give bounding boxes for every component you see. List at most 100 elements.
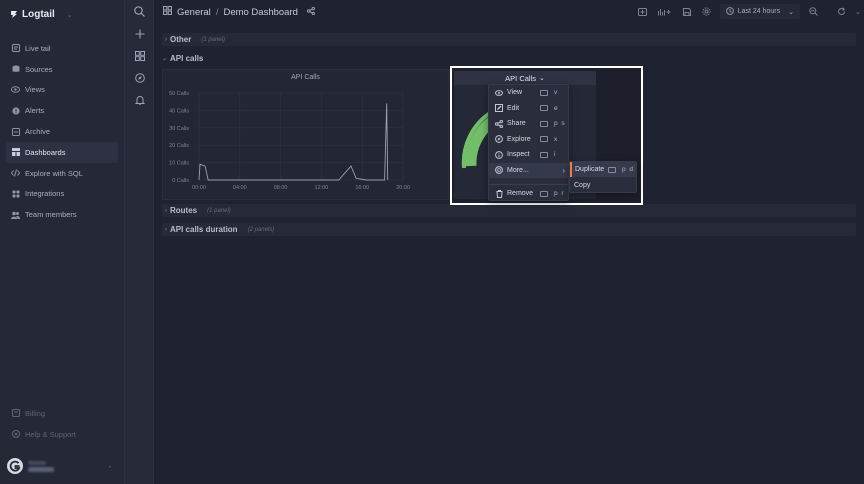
submenu-item-copy[interactable]: Copy — [570, 178, 636, 193]
user-menu[interactable] — [7, 458, 54, 474]
menu-item-more[interactable]: More... › — [489, 162, 568, 178]
submenu-item-shortcut: p d — [622, 166, 635, 173]
menu-item-inspect[interactable]: Inspect i — [489, 147, 568, 162]
gear-icon[interactable] — [698, 4, 716, 19]
chevron-down-icon[interactable]: ⌄ — [67, 11, 73, 19]
menu-item-shortcut: v — [554, 89, 559, 96]
menu-item-remove[interactable]: Remove p r — [489, 186, 568, 201]
breadcrumb-folder[interactable]: General — [177, 7, 211, 18]
menu-divider — [489, 184, 568, 185]
sidebar-item-label: Billing — [25, 408, 46, 418]
sidebar-item-sources[interactable]: Sources — [6, 59, 118, 80]
menu-item-edit[interactable]: Edit e — [489, 101, 568, 116]
toolbar: Last 24 hours ⌄ ⌄ — [634, 4, 864, 19]
row-api-calls-duration[interactable]: › API calls duration (2 panels) — [162, 223, 856, 236]
dashboards-grid-icon[interactable] — [134, 50, 145, 61]
page-title[interactable]: Demo Dashboard — [223, 7, 297, 18]
keyboard-icon — [540, 105, 548, 111]
sidebar-item-views[interactable]: Views — [6, 80, 118, 101]
y-tick-label: 40 Calls — [169, 108, 189, 114]
row-count: (2 panels) — [247, 226, 275, 233]
row-title: API calls duration — [170, 225, 238, 234]
x-tick-label: 04:00 — [233, 185, 247, 191]
api-calls-panel[interactable]: API Calls 0 Calls 10 Calls 20 Calls 30 Call… — [162, 69, 449, 200]
sidebar-item-help[interactable]: Help & Support — [6, 424, 118, 445]
sidebar-item-billing[interactable]: Billing — [6, 403, 118, 424]
sidebar-item-alerts[interactable]: Alerts — [6, 100, 118, 121]
cube-icon — [495, 166, 503, 174]
billing-icon — [11, 409, 20, 418]
help-icon — [11, 430, 20, 439]
menu-item-label: Explore — [507, 135, 531, 143]
brand-logo[interactable]: Logtail ⌄ — [10, 9, 73, 20]
row-other[interactable]: › Other (1 panel) — [162, 33, 856, 46]
chevron-down-icon: ⌄ — [162, 55, 168, 62]
menu-item-shortcut: x — [554, 135, 559, 143]
sidebar-item-dashboards[interactable]: Dashboards — [6, 141, 118, 163]
keyboard-icon — [540, 151, 548, 158]
row-routes[interactable]: › Routes (1 panel) — [162, 204, 856, 217]
sidebar-item-integrations[interactable]: Integrations — [6, 184, 118, 205]
y-tick-label: 10 Calls — [169, 161, 189, 167]
refresh-interval-chevron-icon[interactable]: ⌄ — [852, 4, 864, 19]
submenu-item-duplicate[interactable]: Duplicate p d — [570, 162, 636, 177]
panel-title: API Calls — [505, 73, 536, 83]
top-bar: General / Demo Dashboard Last 24 hours ⌄… — [154, 0, 864, 26]
breadcrumb: General / Demo Dashboard — [163, 6, 315, 18]
sidebar: Logtail ⌄ Live tail Sources Views Alerts — [0, 0, 125, 484]
sidebar-nav: Live tail Sources Views Alerts Archive D… — [6, 38, 118, 225]
chevron-right-icon: › — [165, 36, 167, 43]
sidebar-item-label: Views — [25, 85, 45, 95]
user-name-blurred — [28, 460, 54, 472]
library-icon[interactable] — [654, 4, 676, 19]
logtail-logo-icon — [10, 10, 18, 19]
row-title: API calls — [170, 53, 204, 63]
menu-item-explore[interactable]: Explore x — [489, 132, 568, 147]
compass-icon[interactable] — [134, 72, 145, 83]
panel-header[interactable]: API Calls ⌄ — [454, 71, 596, 85]
menu-item-shortcut: p r — [554, 190, 565, 197]
sidebar-item-archive[interactable]: Archive — [6, 121, 118, 142]
sidebar-item-team-members[interactable]: Team members — [6, 204, 118, 225]
menu-item-view[interactable]: View v — [489, 85, 568, 100]
breadcrumb-separator: / — [215, 6, 219, 18]
x-tick-label: 08:00 — [274, 185, 288, 191]
info-icon — [495, 150, 503, 159]
chevron-right-icon: › — [165, 226, 167, 233]
bell-icon[interactable] — [134, 94, 145, 105]
more-submenu: Duplicate p d Copy — [569, 161, 637, 193]
x-tick-label: 00:00 — [192, 185, 206, 191]
row-count: (1 panel) — [207, 207, 231, 214]
add-panel-icon[interactable] — [634, 4, 652, 19]
zoom-out-icon[interactable] — [804, 4, 822, 19]
time-range-picker[interactable]: Last 24 hours ⌄ — [719, 4, 800, 19]
brand-name: Logtail — [22, 9, 55, 20]
sidebar-item-label: Live tail — [25, 43, 51, 53]
list-icon — [11, 44, 20, 53]
refresh-icon[interactable] — [832, 4, 850, 19]
row-api-calls[interactable]: ⌄ API calls — [162, 52, 203, 64]
sidebar-bottom-nav: Billing Help & Support — [6, 403, 118, 445]
alert-icon — [11, 106, 20, 115]
menu-item-share[interactable]: Share p s — [489, 116, 568, 131]
sidebar-item-live-tail[interactable]: Live tail — [6, 38, 118, 59]
keyboard-icon — [540, 136, 548, 142]
icon-rail — [125, 0, 154, 484]
avatar — [7, 458, 23, 474]
x-tick-label: 20:00 — [396, 185, 410, 191]
trash-icon — [495, 189, 503, 198]
time-range-label: Last 24 hours — [737, 8, 781, 15]
chevron-updown-icon[interactable]: ⌃ — [107, 465, 113, 473]
series-line — [198, 103, 389, 181]
row-count: (1 panel) — [201, 36, 226, 43]
keyboard-icon — [540, 190, 548, 197]
share-icon[interactable] — [306, 6, 315, 18]
menu-item-label: More... — [507, 166, 529, 174]
save-icon[interactable] — [678, 4, 696, 19]
dashboard-icon — [11, 148, 20, 157]
sidebar-item-explore-sql[interactable]: Explore with SQL — [6, 163, 118, 184]
menu-item-label: Edit — [507, 104, 520, 112]
search-icon[interactable] — [134, 6, 145, 17]
plus-icon[interactable] — [134, 28, 145, 39]
sidebar-item-label: Explore with SQL — [25, 168, 83, 178]
